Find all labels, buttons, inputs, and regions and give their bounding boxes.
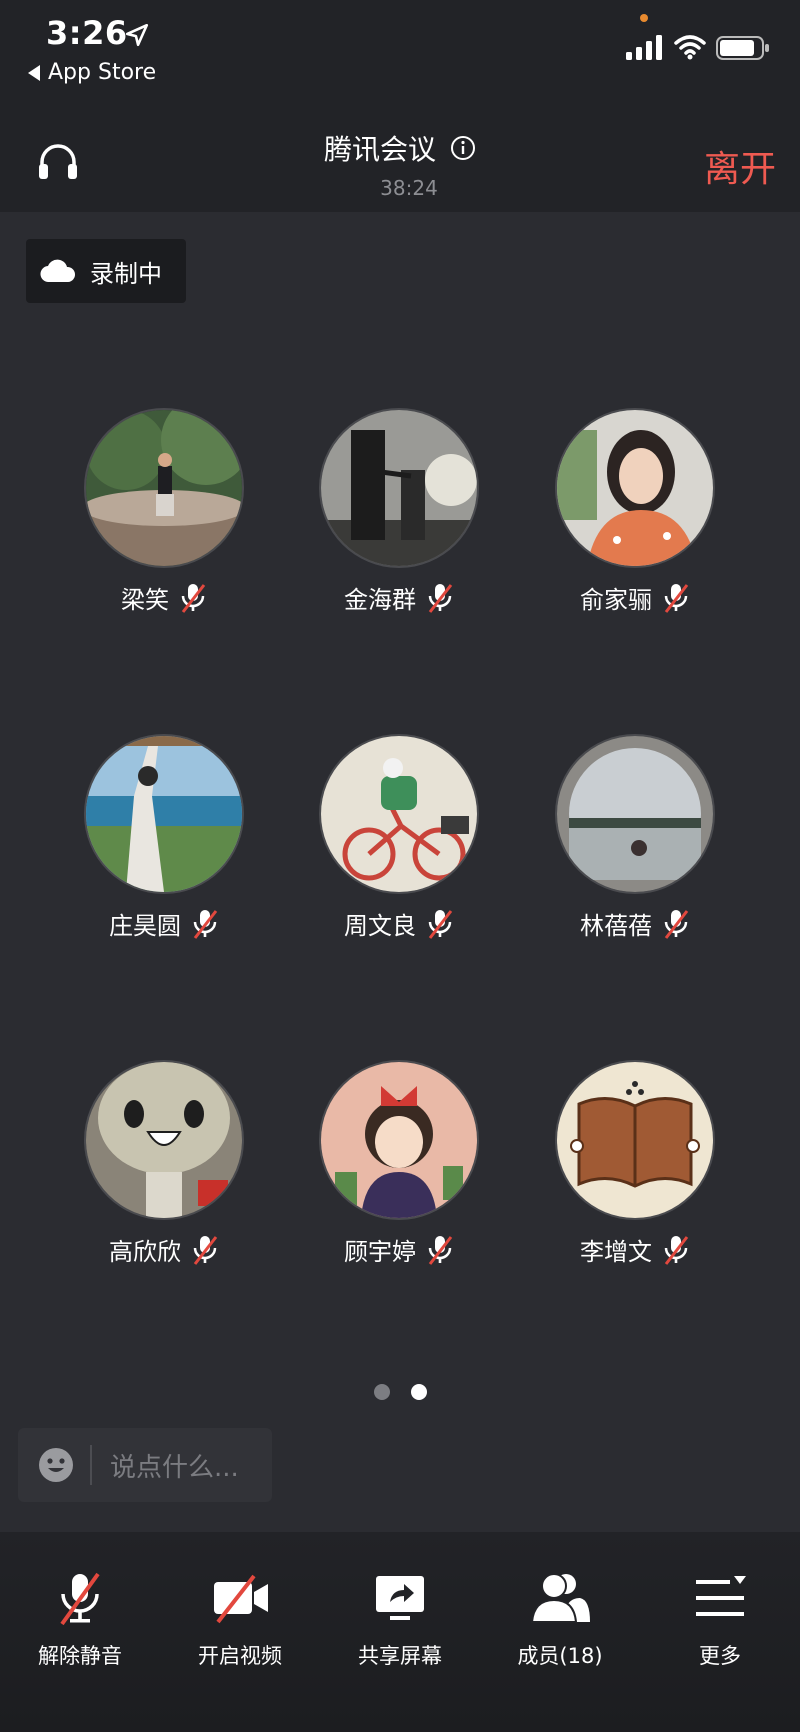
participant-tile[interactable]: 俞家骊: [557, 410, 757, 614]
video-off-icon: [214, 1574, 268, 1624]
more-icon: [696, 1576, 746, 1616]
avatar: [321, 736, 477, 892]
mic-muted-icon: [664, 909, 689, 939]
participant-tile[interactable]: 周文良: [321, 736, 521, 940]
participant-grid: 梁笑 金海群 俞家骊 庄昊圆 周文良 林蓓蓓 高欣欣 顾宇婷 李增文: [0, 0, 800, 1340]
mic-muted-icon: [193, 909, 218, 939]
participant-name-row: 高欣欣: [56, 1232, 272, 1267]
mic-muted-icon: [60, 1572, 100, 1626]
participant-tile[interactable]: 李增文: [557, 1062, 757, 1266]
participant-name-row: 金海群: [291, 580, 507, 615]
members-icon: [530, 1573, 590, 1623]
bottom-toolbar: 解除静音 开启视频 共享屏幕 成员(18) 更多: [0, 1532, 800, 1732]
participant-name: 高欣欣: [109, 1238, 181, 1266]
participant-name-row: 李增文: [527, 1232, 743, 1267]
avatar: [86, 410, 242, 566]
participant-name-row: 顾宇婷: [291, 1232, 507, 1267]
avatar: [557, 410, 713, 566]
page-indicator[interactable]: [374, 1384, 427, 1400]
participant-name-row: 林蓓蓓: [527, 906, 743, 941]
mic-muted-icon: [428, 1235, 453, 1265]
unmute-button[interactable]: 解除静音: [10, 1570, 150, 1670]
participant-tile[interactable]: 庄昊圆: [86, 736, 286, 940]
more-label: 更多: [699, 1644, 741, 1668]
share-screen-icon: [376, 1576, 424, 1620]
participant-tile[interactable]: 高欣欣: [86, 1062, 286, 1266]
participant-name-row: 周文良: [291, 906, 507, 941]
members-label: 成员(18): [517, 1644, 603, 1668]
participant-tile[interactable]: 梁笑: [86, 410, 286, 614]
page-dot[interactable]: [374, 1384, 390, 1400]
avatar: [321, 410, 477, 566]
chat-divider: [90, 1445, 92, 1485]
avatar: [86, 736, 242, 892]
participant-name: 顾宇婷: [344, 1238, 416, 1266]
avatar: [321, 1062, 477, 1218]
participant-name: 庄昊圆: [109, 912, 181, 940]
avatar: [557, 1062, 713, 1218]
mic-muted-icon: [664, 1235, 689, 1265]
start-video-label: 开启视频: [198, 1644, 282, 1668]
avatar: [86, 1062, 242, 1218]
avatar: [557, 736, 713, 892]
chat-input[interactable]: 说点什么...: [18, 1428, 272, 1502]
participant-name: 俞家骊: [580, 586, 652, 614]
participant-name: 梁笑: [121, 586, 169, 614]
more-button[interactable]: 更多: [650, 1570, 790, 1670]
participant-tile[interactable]: 林蓓蓓: [557, 736, 757, 940]
members-button[interactable]: 成员(18): [490, 1570, 630, 1670]
participant-name-row: 庄昊圆: [56, 906, 272, 941]
participant-name-row: 俞家骊: [527, 580, 743, 615]
participant-tile[interactable]: 金海群: [321, 410, 521, 614]
mic-muted-icon: [428, 583, 453, 613]
emoji-icon[interactable]: [38, 1447, 74, 1483]
chat-placeholder: 说点什么...: [110, 1452, 239, 1483]
mic-muted-icon: [181, 583, 206, 613]
start-video-button[interactable]: 开启视频: [170, 1570, 310, 1670]
share-screen-button[interactable]: 共享屏幕: [330, 1570, 470, 1670]
mic-muted-icon: [664, 583, 689, 613]
mic-muted-icon: [428, 909, 453, 939]
participant-name: 林蓓蓓: [580, 912, 652, 940]
participant-name: 周文良: [344, 912, 416, 940]
participant-tile[interactable]: 顾宇婷: [321, 1062, 521, 1266]
participant-name-row: 梁笑: [56, 580, 272, 615]
mic-muted-icon: [193, 1235, 218, 1265]
page-dot-active[interactable]: [411, 1384, 427, 1400]
participant-name: 李增文: [580, 1238, 652, 1266]
participant-name: 金海群: [344, 586, 416, 614]
share-screen-label: 共享屏幕: [358, 1644, 442, 1668]
unmute-label: 解除静音: [38, 1644, 122, 1668]
